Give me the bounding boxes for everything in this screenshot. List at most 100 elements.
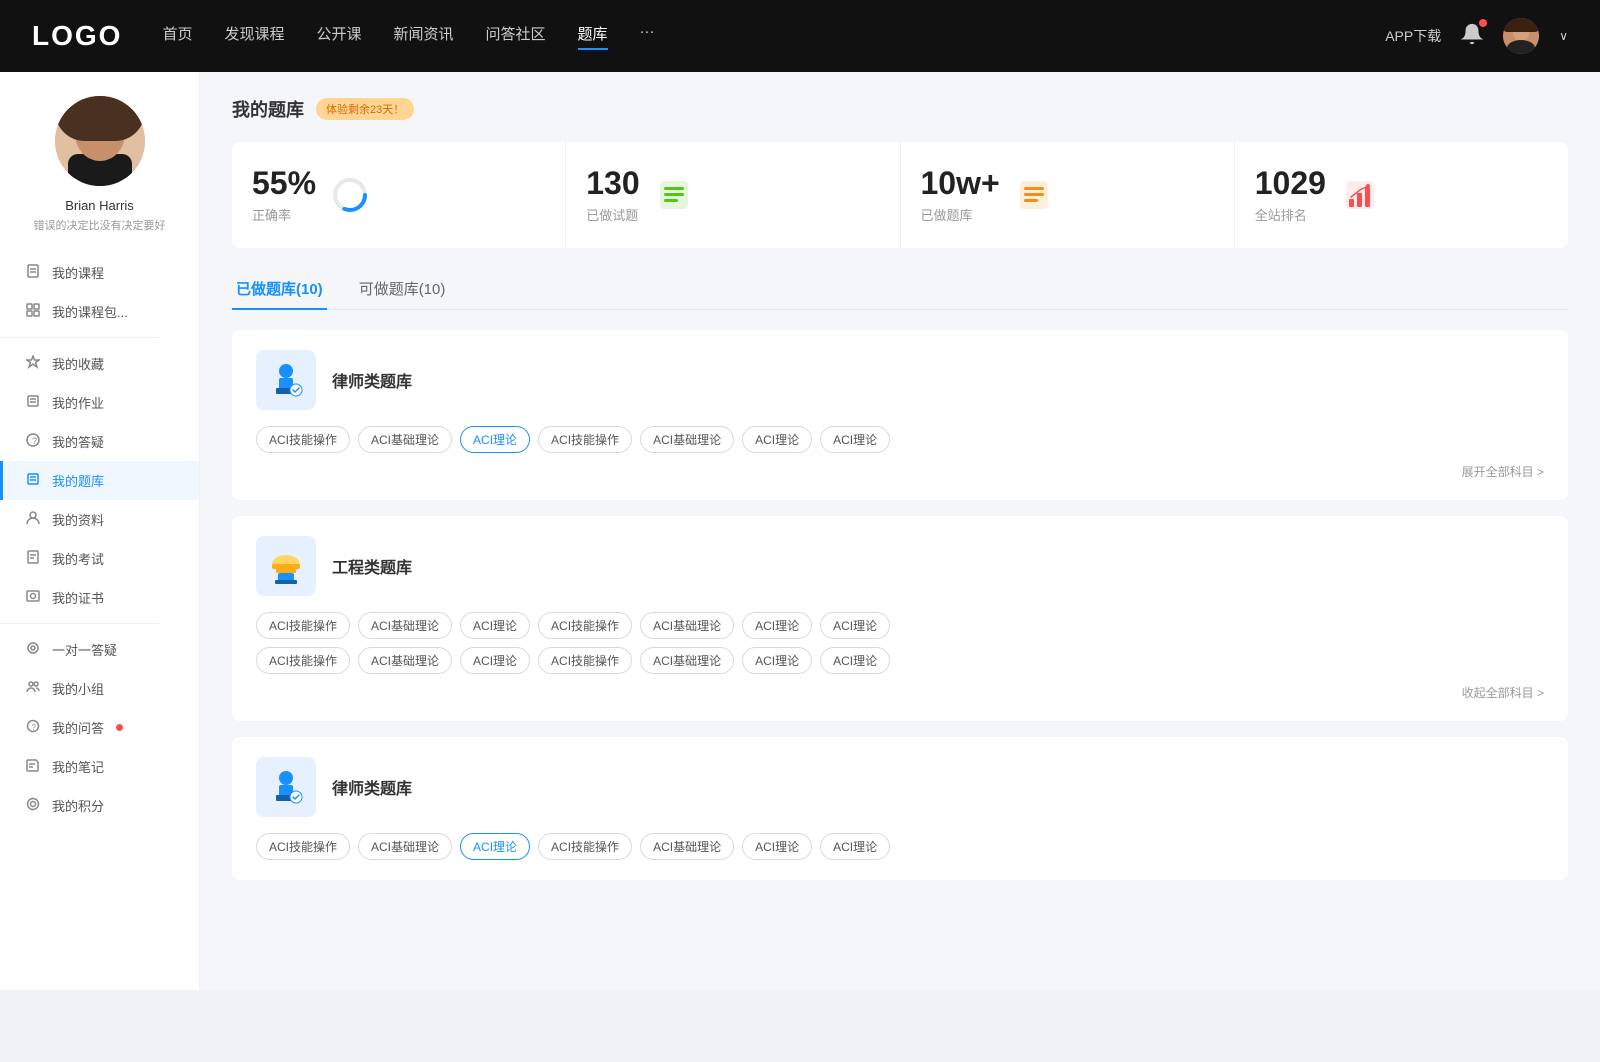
tabs-row: 已做题库(10) 可做题库(10) [232, 268, 1568, 310]
sidebar-avatar [55, 96, 145, 186]
nav-discover[interactable]: 发现课程 [224, 23, 284, 50]
sidebar-item-packages[interactable]: 我的课程包... [0, 292, 199, 331]
bank-engineer-tags-row2: ACI技能操作 ACI基础理论 ACI理论 ACI技能操作 ACI基础理论 AC… [256, 647, 1544, 674]
bank-tag[interactable]: ACI理论 [820, 647, 890, 674]
bank-tag[interactable]: ACI理论 [742, 426, 812, 453]
profile-icon [24, 511, 42, 528]
bank-card-law-1-header: 律师类题库 [256, 350, 1544, 410]
stat-done-questions: 130 已做试题 [566, 142, 900, 248]
stat-rank-text: 1029 全站排名 [1255, 166, 1326, 224]
bank-tag[interactable]: ACI基础理论 [640, 647, 734, 674]
bank-card-law-1: 律师类题库 ACI技能操作 ACI基础理论 ACI理论 ACI技能操作 ACI基… [232, 330, 1568, 500]
bank-tag[interactable]: ACI基础理论 [358, 426, 452, 453]
sidebar-username: Brian Harris [65, 198, 134, 213]
notification-bell[interactable] [1461, 23, 1483, 50]
points-label: 我的积分 [52, 796, 104, 815]
sidebar-item-question-bank[interactable]: 我的题库 [0, 461, 199, 500]
stat-done-questions-label: 已做试题 [586, 205, 639, 224]
profile-label: 我的资料 [52, 510, 104, 529]
tab-done-banks[interactable]: 已做题库(10) [232, 268, 327, 309]
svg-text:?: ? [32, 436, 37, 446]
favorites-icon [24, 355, 42, 372]
bank-tag[interactable]: ACI技能操作 [256, 833, 350, 860]
bank-law-1-title: 律师类题库 [332, 368, 412, 392]
nav-qa[interactable]: 问答社区 [486, 23, 546, 50]
group-label: 我的小组 [52, 679, 104, 698]
svg-text:?: ? [32, 723, 37, 732]
notes-label: 我的笔记 [52, 757, 104, 776]
engineer-icon [256, 536, 316, 596]
bank-law-1-footer: 展开全部科目 > [256, 463, 1544, 480]
packages-icon [24, 303, 42, 320]
sidebar-item-notes[interactable]: 我的笔记 [0, 747, 199, 786]
bank-tag[interactable]: ACI基础理论 [358, 647, 452, 674]
bank-tag[interactable]: ACI技能操作 [538, 647, 632, 674]
bank-tag[interactable]: ACI理论 [820, 833, 890, 860]
sidebar-item-points[interactable]: 我的积分 [0, 786, 199, 825]
sidebar-item-exam[interactable]: 我的考试 [0, 539, 199, 578]
page-header: 我的题库 体验剩余23天！ [232, 96, 1568, 122]
bank-tag-active[interactable]: ACI理论 [460, 426, 530, 453]
user-avatar[interactable] [1503, 18, 1539, 54]
tab-available-banks[interactable]: 可做题库(10) [355, 268, 450, 309]
bank-tag[interactable]: ACI基础理论 [640, 426, 734, 453]
bank-tag[interactable]: ACI理论 [820, 612, 890, 639]
nav-news[interactable]: 新闻资讯 [394, 23, 454, 50]
app-download-btn[interactable]: APP下载 [1385, 26, 1441, 46]
bank-tag[interactable]: ACI技能操作 [256, 426, 350, 453]
nav-open-course[interactable]: 公开课 [316, 23, 361, 50]
nav-more[interactable]: ··· [640, 23, 655, 50]
collapse-btn-engineer[interactable]: 收起全部科目 > [1462, 684, 1544, 701]
favorites-label: 我的收藏 [52, 354, 104, 373]
nav-question-bank[interactable]: 题库 [578, 23, 608, 50]
lawyer-icon-1 [256, 350, 316, 410]
bank-tag[interactable]: ACI基础理论 [640, 612, 734, 639]
bank-tag[interactable]: ACI理论 [460, 612, 530, 639]
sidebar-menu: 我的课程 我的课程包... 我的收藏 [0, 253, 199, 825]
packages-label: 我的课程包... [52, 302, 128, 321]
sidebar-motto: 错误的决定比没有决定要好 [24, 217, 176, 233]
navbar-links: 首页 发现课程 公开课 新闻资讯 问答社区 题库 ··· [162, 23, 1345, 50]
notification-badge [1479, 19, 1487, 27]
sidebar-item-favorites[interactable]: 我的收藏 [0, 344, 199, 383]
bank-tag-active[interactable]: ACI理论 [460, 833, 530, 860]
courses-icon [24, 264, 42, 281]
page-title: 我的题库 [232, 96, 304, 122]
stat-done-questions-icon [654, 175, 694, 215]
sidebar-item-certificate[interactable]: 我的证书 [0, 578, 199, 617]
certificate-icon [24, 589, 42, 606]
bank-tag[interactable]: ACI基础理论 [640, 833, 734, 860]
bank-tag[interactable]: ACI理论 [742, 833, 812, 860]
bank-tag[interactable]: ACI基础理论 [358, 833, 452, 860]
stat-accuracy: 55% 正确率 [232, 142, 566, 248]
my-questions-label: 我的问答 [52, 718, 104, 737]
sidebar: Brian Harris 错误的决定比没有决定要好 我的课程 我的课程包... [0, 72, 200, 990]
bank-tag[interactable]: ACI技能操作 [256, 612, 350, 639]
sidebar-item-my-questions[interactable]: ? 我的问答 [0, 708, 199, 747]
bank-tag[interactable]: ACI理论 [460, 647, 530, 674]
sidebar-item-courses[interactable]: 我的课程 [0, 253, 199, 292]
bank-tag[interactable]: ACI理论 [742, 647, 812, 674]
exam-icon [24, 550, 42, 567]
sidebar-item-qa[interactable]: ? 我的答疑 [0, 422, 199, 461]
sidebar-item-one-on-one[interactable]: 一对一答疑 [0, 630, 199, 669]
bank-tag[interactable]: ACI技能操作 [256, 647, 350, 674]
bank-tag[interactable]: ACI技能操作 [538, 833, 632, 860]
stat-done-questions-text: 130 已做试题 [586, 166, 639, 224]
bank-tag[interactable]: ACI理论 [742, 612, 812, 639]
nav-home[interactable]: 首页 [162, 23, 192, 50]
navbar-logo: LOGO [32, 20, 122, 52]
sidebar-item-profile[interactable]: 我的资料 [0, 500, 199, 539]
stat-done-banks-text: 10w+ 已做题库 [921, 166, 1000, 224]
sidebar-item-homework[interactable]: 我的作业 [0, 383, 199, 422]
bank-tag[interactable]: ACI基础理论 [358, 612, 452, 639]
bank-tag[interactable]: ACI技能操作 [538, 612, 632, 639]
sidebar-item-group[interactable]: 我的小组 [0, 669, 199, 708]
certificate-label: 我的证书 [52, 588, 104, 607]
bank-tag[interactable]: ACI技能操作 [538, 426, 632, 453]
bank-tag[interactable]: ACI理论 [820, 426, 890, 453]
user-menu-chevron[interactable]: ∨ [1559, 29, 1568, 43]
my-questions-icon: ? [24, 719, 42, 736]
expand-btn-law-1[interactable]: 展开全部科目 > [1462, 463, 1544, 480]
bank-law-2-title: 律师类题库 [332, 775, 412, 799]
